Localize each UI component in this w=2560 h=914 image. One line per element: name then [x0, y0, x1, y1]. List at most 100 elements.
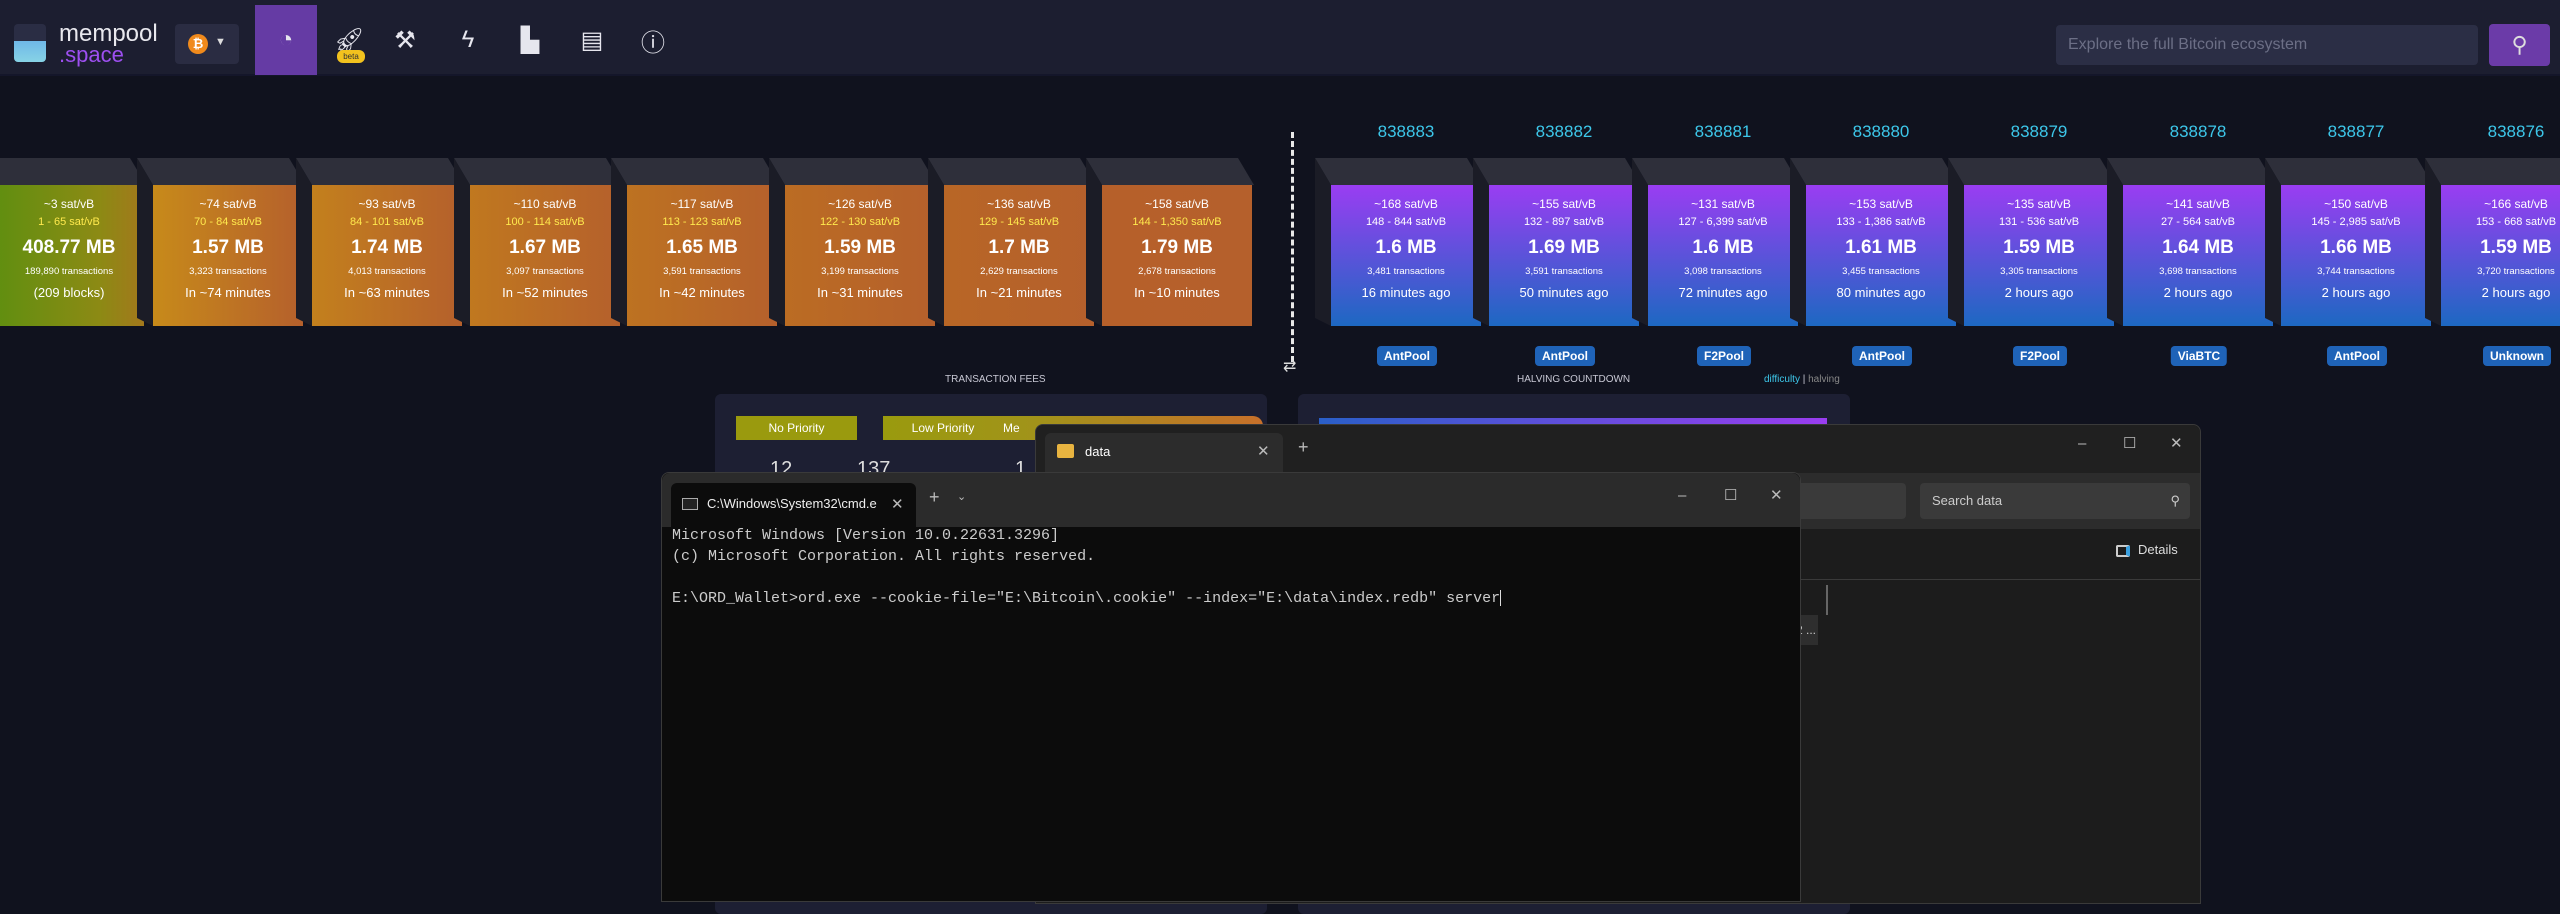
nav-lightning[interactable]: ϟ [437, 5, 499, 75]
maximize-button[interactable]: ☐ [1724, 486, 1737, 504]
mining-pool-badge[interactable]: AntPool [1535, 346, 1595, 366]
block-height-link[interactable]: 838879 [1964, 122, 2114, 142]
mined-block[interactable]: 838881 ~131 sat/vB 127 - 6,399 sat/vB 1.6 M… [1632, 122, 1800, 366]
fee-range: 133 - 1,386 sat/vB [1836, 216, 1926, 228]
chevron-down-icon[interactable]: ⌄ [957, 490, 966, 503]
median-fee: ~141 sat/vB [2166, 197, 2230, 211]
median-fee: ~155 sat/vB [1532, 197, 1596, 211]
mined-block[interactable]: 838883 ~168 sat/vB 148 - 844 sat/vB 1.6 MB 3… [1315, 122, 1483, 366]
mined-block[interactable]: 838877 ~150 sat/vB 145 - 2,985 sat/vB 1.66 … [2265, 122, 2433, 366]
toggle-separator: | [1799, 374, 1809, 385]
bitcoin-icon: ₿ [188, 34, 208, 54]
median-fee: ~168 sat/vB [1374, 197, 1438, 211]
close-window-button[interactable]: ✕ [1770, 486, 1783, 504]
block-top [2107, 158, 2275, 185]
network-selector[interactable]: ₿ ▼ [175, 24, 239, 64]
block-height-link[interactable]: 838877 [2281, 122, 2431, 142]
mempool-block[interactable]: ~117 sat/vB 113 - 123 sat/vB 1.65 MB 3,591 … [611, 158, 779, 326]
mempool-block[interactable]: ~93 sat/vB 84 - 101 sat/vB 1.74 MB 4,013 tr… [296, 158, 464, 326]
mempool-block[interactable]: ~3 sat/vB 1 - 65 sat/vB 408.77 MB 189,890 t… [0, 158, 146, 326]
book-icon: ▤ [580, 26, 604, 54]
block-side [1632, 158, 1648, 326]
swap-arrows-icon[interactable]: ⇄ [1283, 356, 1296, 376]
fee-range: 145 - 2,985 sat/vB [2311, 216, 2401, 228]
block-time: 50 minutes ago [1519, 285, 1609, 300]
block-face: ~155 sat/vB 132 - 897 sat/vB 1.69 MB 3,591 … [1489, 185, 1639, 326]
block-height-link[interactable]: 838883 [1331, 122, 1481, 142]
search-button[interactable]: ⚲ [2489, 24, 2550, 66]
terminal-output[interactable]: Microsoft Windows [Version 10.0.22631.32… [672, 525, 1502, 609]
maximize-button[interactable]: ☐ [2123, 434, 2136, 452]
difficulty-halving-toggle[interactable]: difficulty | halving [1764, 374, 1840, 385]
address-bar[interactable] [1796, 483, 1906, 519]
mempool-logo[interactable]: mempool .space [14, 20, 164, 67]
mining-pool-badge[interactable]: F2Pool [2012, 346, 2068, 366]
mined-block[interactable]: 838882 ~155 sat/vB 132 - 897 sat/vB 1.69 MB… [1473, 122, 1641, 366]
minimize-button[interactable]: – [2078, 435, 2086, 452]
block-top [611, 158, 779, 185]
hammer-icon: ⚒ [394, 26, 416, 54]
nav-docs[interactable]: ▤ [561, 5, 623, 75]
median-fee: ~117 sat/vB [670, 197, 734, 211]
mempool-block[interactable]: ~110 sat/vB 100 - 114 sat/vB 1.67 MB 3,097 … [454, 158, 622, 326]
mined-block[interactable]: 838878 ~141 sat/vB 27 - 564 sat/vB 1.64 MB 3… [2107, 122, 2275, 366]
block-face: ~3 sat/vB 1 - 65 sat/vB 408.77 MB 189,890 t… [0, 185, 144, 326]
block-side [1473, 158, 1489, 326]
close-tab-icon[interactable]: ✕ [1257, 442, 1270, 460]
nav-about[interactable]: ⓘ [622, 5, 684, 75]
gauge-icon: ◔ [278, 26, 294, 53]
close-window-button[interactable]: ✕ [2170, 434, 2183, 452]
new-tab-button[interactable]: + [929, 487, 940, 508]
median-fee: ~150 sat/vB [2324, 197, 2388, 211]
block-height-link[interactable]: 838880 [1806, 122, 1956, 142]
block-face: ~150 sat/vB 145 - 2,985 sat/vB 1.66 MB 3,74… [2281, 185, 2431, 326]
logo-text-suffix: .space [59, 42, 124, 67]
lightning-icon: ϟ [461, 26, 475, 53]
transaction-count: 189,890 transactions [24, 266, 114, 277]
mining-pool-badge[interactable]: AntPool [2327, 346, 2387, 366]
mined-block[interactable]: 838880 ~153 sat/vB 133 - 1,386 sat/vB 1.61 … [1790, 122, 1958, 366]
nav-dashboard[interactable]: ◔ [255, 5, 317, 75]
block-height-link[interactable]: 838881 [1648, 122, 1798, 142]
mining-pool-badge[interactable]: Unknown [2483, 346, 2551, 366]
transaction-count: 3,199 transactions [821, 266, 899, 277]
mined-block[interactable]: 838879 ~135 sat/vB 131 - 536 sat/vB 1.59 MB… [1948, 122, 2116, 366]
explorer-search-input[interactable]: Search data ⚲ [1920, 483, 2190, 519]
mempool-block[interactable]: ~74 sat/vB 70 - 84 sat/vB 1.57 MB 3,323 tra… [137, 158, 305, 326]
block-height-link[interactable]: 838882 [1489, 122, 1639, 142]
pane-divider[interactable] [1826, 585, 1828, 615]
mempool-block[interactable]: ~126 sat/vB 122 - 130 sat/vB 1.59 MB 3,199 … [769, 158, 937, 326]
mempool-block[interactable]: ~136 sat/vB 129 - 145 sat/vB 1.7 MB 2,629 t… [928, 158, 1096, 326]
explorer-tab[interactable]: data ✕ [1045, 433, 1283, 473]
mining-pool-badge[interactable]: F2Pool [1696, 346, 1752, 366]
terminal-tab[interactable]: C:\Windows\System32\cmd.e ✕ [671, 483, 916, 527]
mining-pool-badge[interactable]: ViaBTC [2170, 346, 2228, 366]
block-height-link[interactable]: 838876 [2441, 122, 2560, 142]
close-tab-icon[interactable]: ✕ [891, 495, 904, 513]
block-face: ~110 sat/vB 100 - 114 sat/vB 1.67 MB 3,097 … [470, 185, 620, 326]
nav-accelerator[interactable]: 🚀︎ [318, 5, 380, 75]
minimize-button[interactable]: – [1678, 487, 1686, 504]
block-side [137, 158, 153, 326]
mining-pool-badge[interactable]: AntPool [1377, 346, 1437, 366]
fees-title: TRANSACTION FEES [945, 374, 1046, 385]
chart-icon: ▙ [520, 26, 540, 54]
block-height-link[interactable]: 838878 [2123, 122, 2273, 142]
details-button[interactable]: Details [2116, 542, 2178, 557]
mempool-block[interactable]: ~158 sat/vB 144 - 1,350 sat/vB 1.79 MB 2,67… [1086, 158, 1254, 326]
block-time: 2 hours ago [2163, 285, 2233, 300]
new-tab-button[interactable]: + [1298, 437, 1309, 458]
toggle-difficulty[interactable]: difficulty [1764, 374, 1800, 385]
toggle-halving[interactable]: halving [1808, 374, 1840, 385]
logo-glass-icon [14, 24, 46, 62]
block-time: In ~74 minutes [185, 285, 271, 300]
mined-block[interactable]: 838876 ~166 sat/vB 153 - 668 sat/vB 1.59 MB… [2425, 122, 2560, 366]
fee-range: 148 - 844 sat/vB [1365, 216, 1447, 228]
median-fee: ~110 sat/vB [513, 197, 577, 211]
block-side [2265, 158, 2281, 326]
search-input[interactable] [2056, 25, 2478, 65]
nav-graphs[interactable]: ▙ [499, 5, 561, 75]
nav-mining[interactable]: ⚒ [374, 5, 436, 75]
block-size: 1.59 MB [2480, 237, 2552, 258]
mining-pool-badge[interactable]: AntPool [1852, 346, 1912, 366]
